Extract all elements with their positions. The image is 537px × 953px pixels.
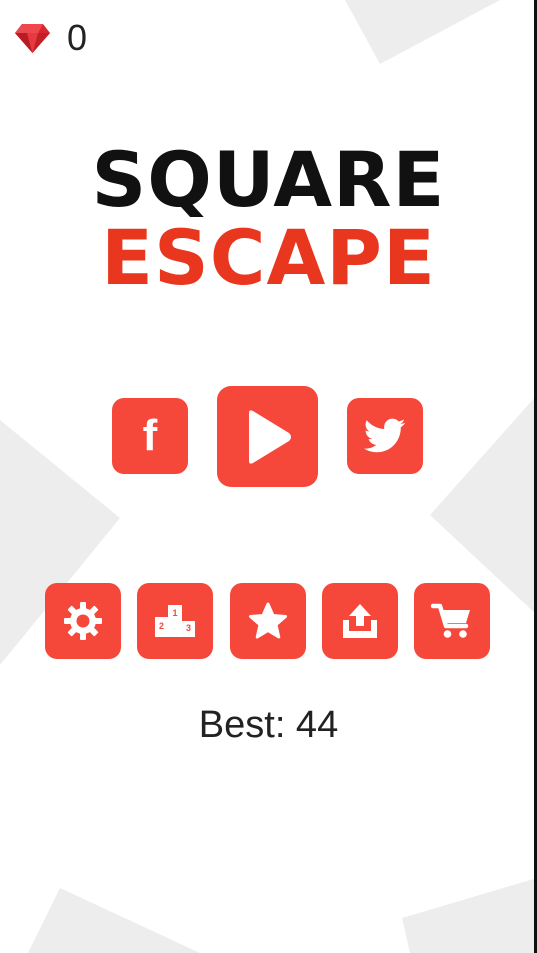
play-button[interactable] [217,386,318,487]
podium-rank-1: 1 [172,608,177,618]
podium-rank-3: 3 [186,623,191,633]
facebook-icon: f [142,411,158,460]
rate-button[interactable] [230,583,306,659]
gem-counter: 0 [14,18,87,58]
twitter-icon [364,418,406,453]
podium-icon: 1 2 3 [155,605,195,637]
twitter-button[interactable] [347,398,423,474]
shop-button[interactable] [414,583,490,659]
share-upload-icon [343,604,377,638]
leaderboard-button[interactable]: 1 2 3 [137,583,213,659]
game-title-line-2: ESCAPE [101,213,436,302]
gem-count: 0 [67,17,88,58]
share-button[interactable] [322,583,398,659]
play-icon [248,409,291,464]
star-icon [249,602,287,639]
facebook-button[interactable]: f [112,398,188,474]
settings-button[interactable] [45,583,121,659]
podium-rank-2: 2 [159,621,164,631]
ruby-gem-icon [15,24,50,53]
game-title-line-1: SQUARE [91,135,446,224]
best-score: Best: 44 [198,704,339,746]
gear-icon [64,602,102,640]
cart-icon [431,603,470,638]
